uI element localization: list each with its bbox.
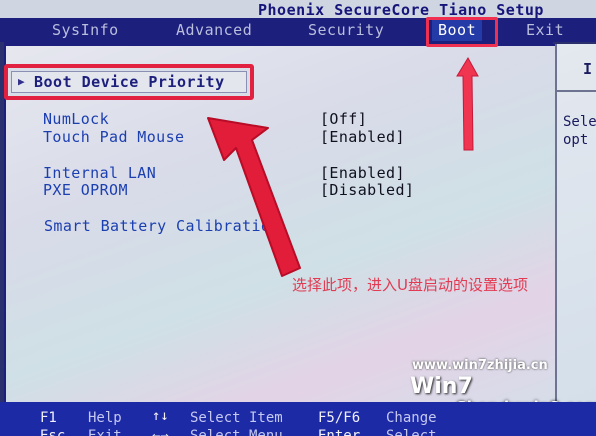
watermark-url: www.win7zhijia.cn [412,358,548,373]
legend-key-f5f6: F5/F6 [318,410,361,426]
annotation-text: 选择此项，进入U盘启动的设置选项 [292,276,528,294]
big-arrow-icon [207,117,301,277]
key-legend: F1 Help ↑↓ Select Item F5/F6 Change Esc … [0,402,596,436]
legend-desc-help: Help [88,410,122,426]
legend-desc-exit: Exit [88,428,122,436]
legend-desc-change: Change [386,410,437,426]
legend-key-enter: Enter [318,428,361,436]
win7-logo: Win7 [410,374,473,399]
legend-desc-select-menu: Select Menu [190,428,283,436]
small-arrow-icon [456,57,479,151]
legend-desc-select-item: Select Item [190,410,283,426]
legend-key-leftright-icon: ←→ [152,428,169,436]
legend-desc-select: Select [386,428,437,436]
legend-key-updown-icon: ↑↓ [152,408,169,424]
legend-key-f1: F1 [40,410,57,426]
bios-screen: Phoenix SecureCore Tiano Setup SysInfo A… [0,0,596,436]
legend-key-esc: Esc [40,428,66,436]
